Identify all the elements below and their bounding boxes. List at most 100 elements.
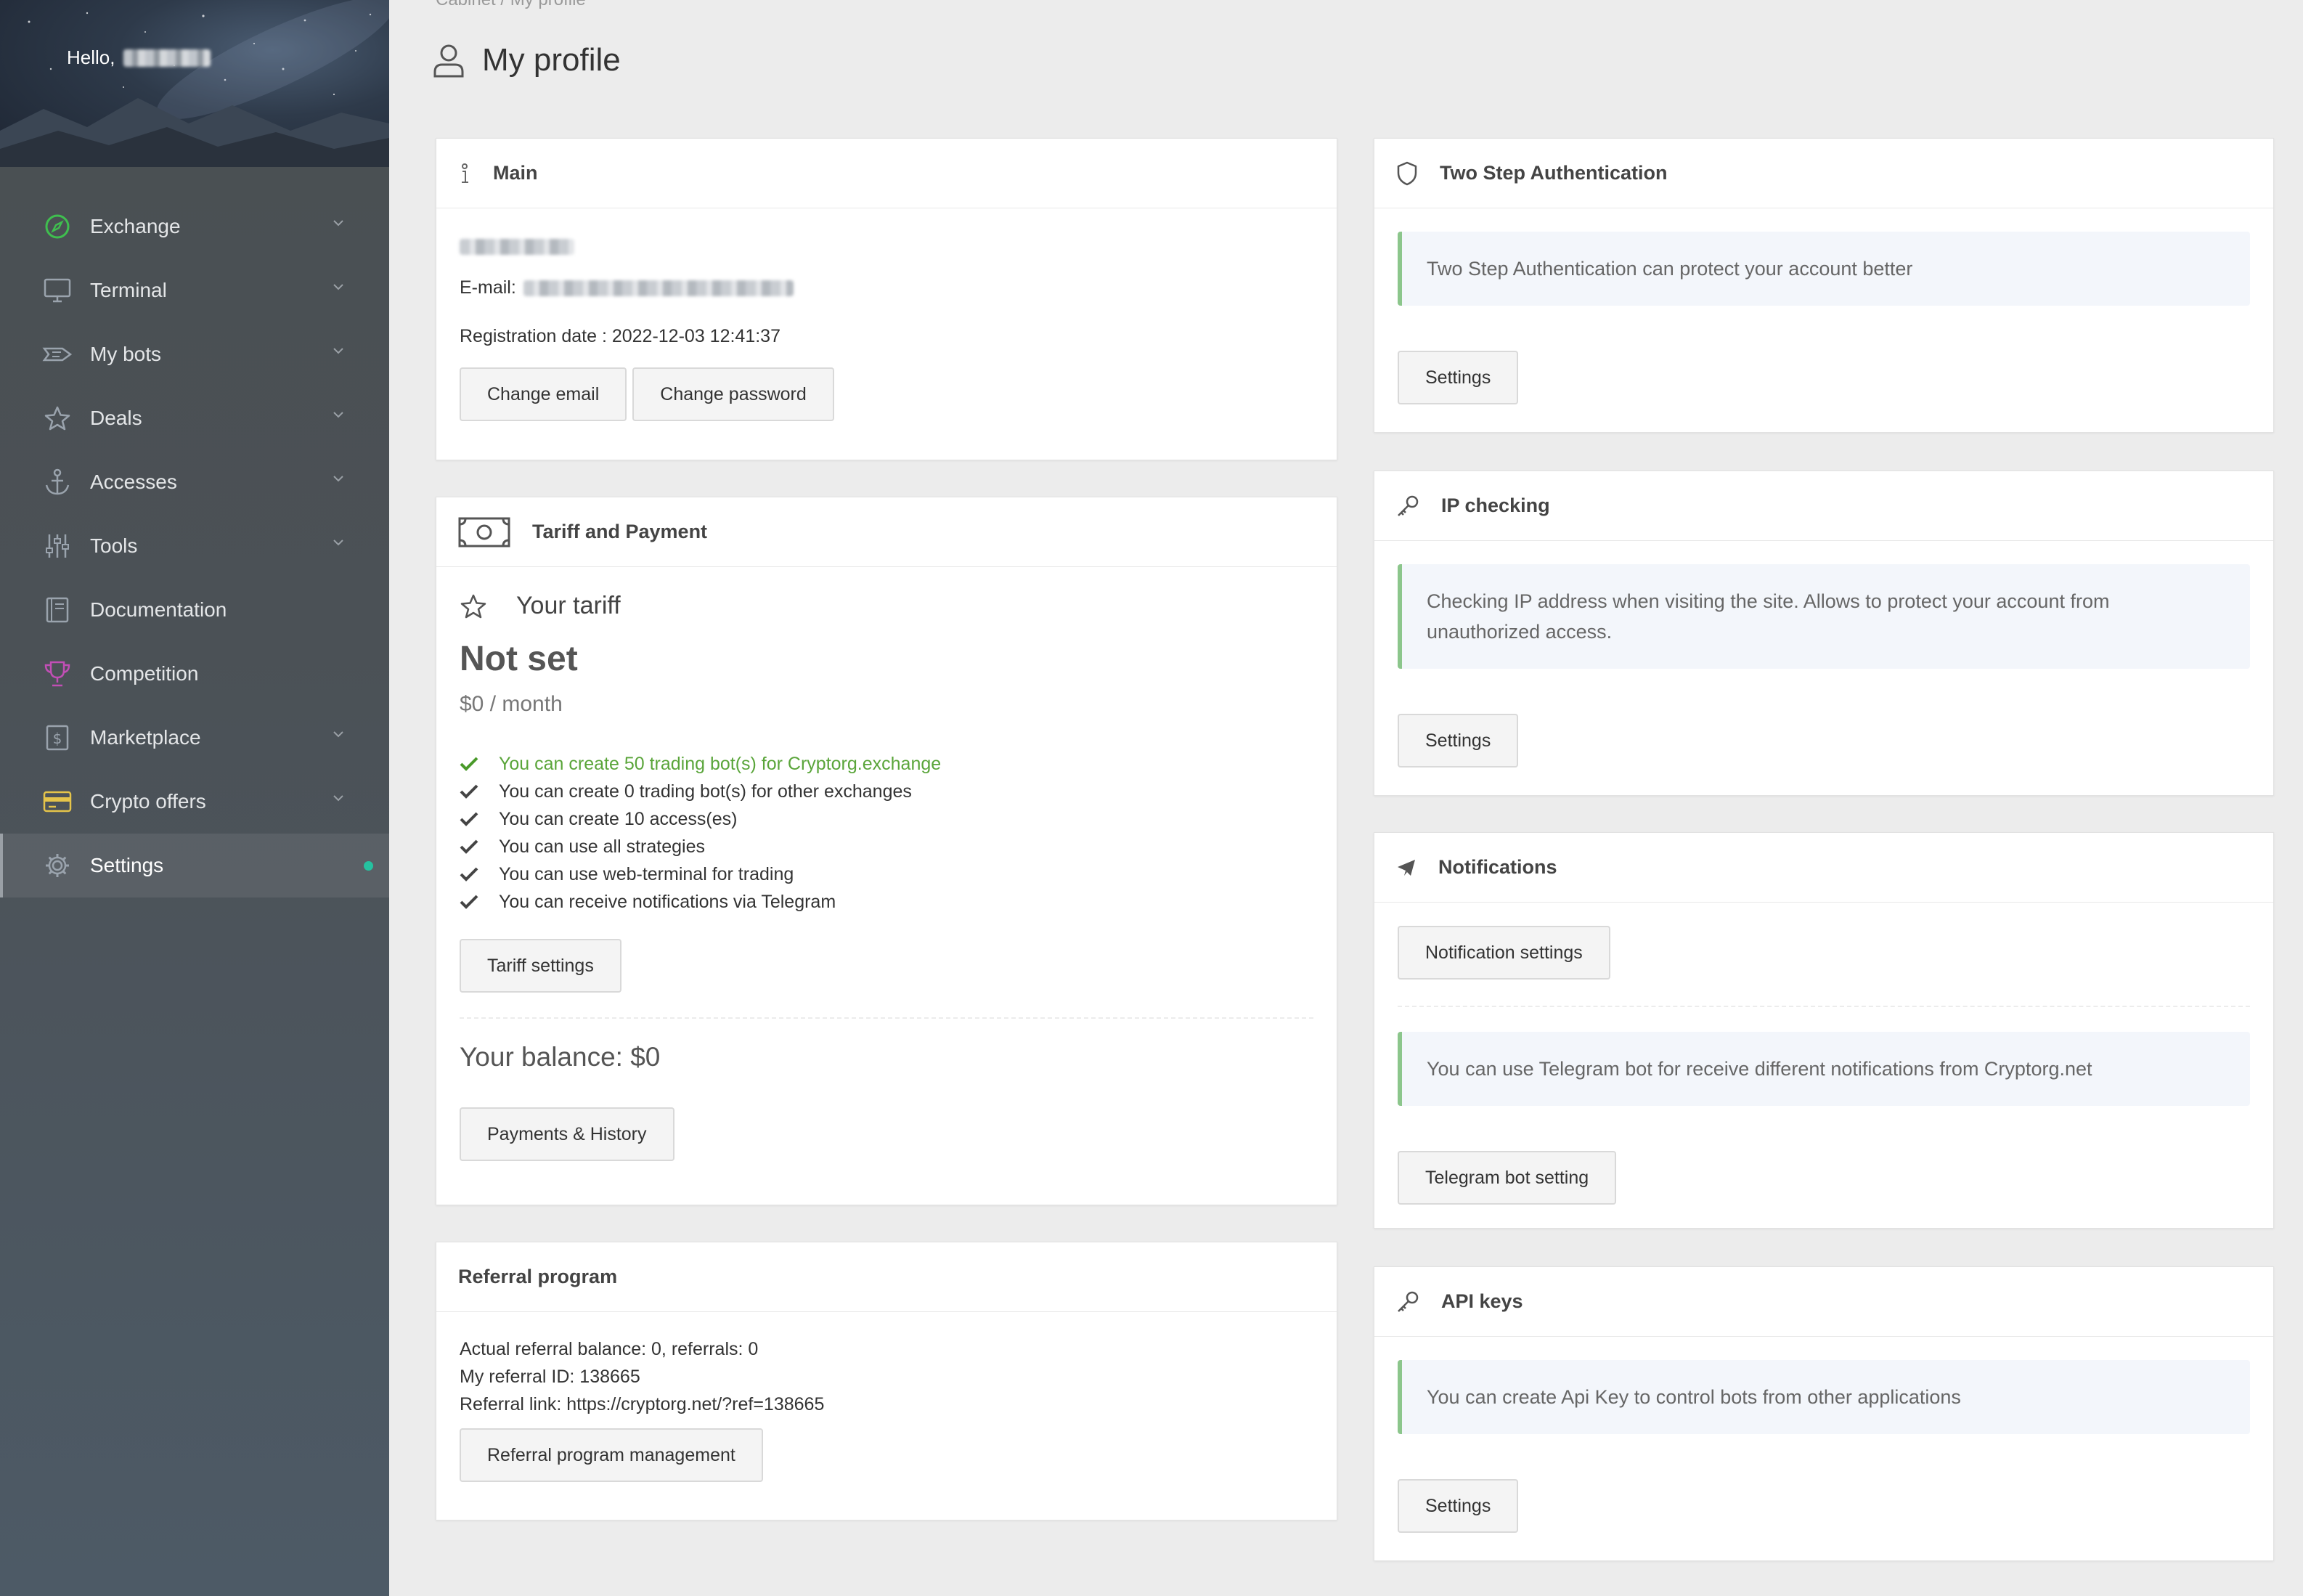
notifications-card: Notifications Notification settings You …	[1374, 832, 2274, 1229]
tariff-settings-button[interactable]: Tariff settings	[460, 939, 621, 993]
feature-text: You can use all strategies	[499, 836, 705, 857]
tariff-price: $0 / month	[460, 692, 563, 716]
sidebar-item-exchange[interactable]: Exchange	[0, 195, 389, 258]
referral-card: Referral program Actual referral balance…	[436, 1242, 1337, 1520]
list-item: You can use all strategies	[460, 833, 1313, 860]
main-card: Main E-mail: Registration date : 2022-12…	[436, 138, 1337, 460]
balance-text: Your balance: $0	[460, 1042, 661, 1072]
payments-history-button[interactable]: Payments & History	[460, 1107, 674, 1161]
check-icon	[460, 867, 478, 882]
api-keys-card-header: API keys	[1374, 1267, 2273, 1337]
ip-checking-card-header: IP checking	[1374, 471, 2273, 541]
sidebar-item-accesses[interactable]: Accesses	[0, 450, 389, 514]
sidebar-nav: Exchange Terminal My bots Deals Accesses…	[0, 195, 389, 897]
mountains-background	[0, 98, 389, 167]
feature-text: You can create 10 access(es)	[499, 808, 738, 829]
referral-card-header: Referral program	[436, 1242, 1337, 1312]
list-item: You can create 50 trading bot(s) for Cry…	[460, 750, 1313, 778]
divider	[1398, 1006, 2250, 1007]
chevron-down-icon	[333, 540, 343, 546]
notification-settings-button[interactable]: Notification settings	[1398, 926, 1610, 980]
trophy-icon	[42, 659, 73, 689]
chevron-down-icon	[333, 348, 343, 354]
active-indicator-dot	[364, 861, 373, 871]
sidebar-item-deals[interactable]: Deals	[0, 386, 389, 450]
referral-link: Referral link: https://cryptorg.net/?ref…	[460, 1394, 825, 1414]
two-step-card-header: Two Step Authentication	[1374, 139, 2273, 208]
sidebar-item-my-bots[interactable]: My bots	[0, 322, 389, 386]
two-step-card: Two Step Authentication Two Step Authent…	[1374, 138, 2274, 433]
page-title-text: My profile	[482, 42, 621, 78]
api-keys-settings-button[interactable]: Settings	[1398, 1479, 1519, 1533]
sidebar-item-label: My bots	[90, 343, 162, 365]
svg-text:$: $	[53, 730, 62, 747]
tariff-name: Not set	[460, 640, 578, 678]
sidebar-item-label: Competition	[90, 662, 199, 685]
referral-card-title: Referral program	[458, 1266, 618, 1287]
sidebar-item-competition[interactable]: Competition	[0, 642, 389, 706]
sidebar-item-crypto-offers[interactable]: Crypto offers	[0, 770, 389, 834]
referral-balance: Actual referral balance: 0, referrals: 0	[460, 1339, 759, 1359]
sidebar: Hello, Exchange Terminal My bots Deals A…	[0, 0, 389, 1596]
ip-checking-info: Checking IP address when visiting the si…	[1398, 564, 2250, 669]
feature-text: You can create 50 trading bot(s) for Cry…	[499, 753, 942, 774]
change-email-button[interactable]: Change email	[460, 367, 627, 421]
tariff-card: Tariff and Payment Your tariff Not set $…	[436, 497, 1337, 1205]
chevron-down-icon	[333, 284, 343, 290]
sidebar-item-marketplace[interactable]: $ Marketplace	[0, 706, 389, 770]
main-card-title: Main	[493, 162, 538, 184]
gear-icon	[42, 850, 73, 881]
breadcrumb: Cabinet / My profile	[436, 0, 586, 10]
tariff-card-title: Tariff and Payment	[532, 521, 708, 542]
ip-checking-card: IP checking Checking IP address when vis…	[1374, 471, 2274, 796]
sidebar-item-documentation[interactable]: Documentation	[0, 578, 389, 642]
notifications-card-header: Notifications	[1374, 833, 2273, 903]
feature-text: You can create 0 trading bot(s) for othe…	[499, 781, 912, 802]
referral-id: My referral ID: 138665	[460, 1367, 640, 1387]
chevron-down-icon	[333, 476, 343, 482]
greeting: Hello,	[67, 46, 211, 69]
page-title: My profile	[433, 42, 621, 78]
sliders-icon	[42, 531, 73, 561]
tariff-card-header: Tariff and Payment	[436, 497, 1337, 567]
api-keys-info: You can create Api Key to control bots f…	[1398, 1360, 2250, 1434]
key-icon	[1398, 1291, 1419, 1312]
chevron-down-icon	[333, 220, 343, 227]
check-icon	[460, 839, 478, 854]
telegram-bot-setting-button[interactable]: Telegram bot setting	[1398, 1151, 1617, 1205]
list-item: You can create 10 access(es)	[460, 805, 1313, 833]
sidebar-item-terminal[interactable]: Terminal	[0, 258, 389, 322]
sidebar-item-settings[interactable]: Settings	[0, 834, 389, 897]
compass-icon	[42, 211, 73, 242]
sidebar-item-tools[interactable]: Tools	[0, 514, 389, 578]
change-password-button[interactable]: Change password	[632, 367, 834, 421]
sidebar-item-label: Marketplace	[90, 726, 201, 749]
telegram-info: You can use Telegram bot for receive dif…	[1398, 1032, 2250, 1106]
sidebar-item-label: Deals	[90, 407, 142, 429]
star-icon	[42, 403, 73, 433]
dollar-icon: $	[42, 722, 73, 753]
referral-management-button[interactable]: Referral program management	[460, 1428, 763, 1482]
info-icon	[462, 163, 468, 183]
check-icon	[460, 895, 478, 909]
chevron-down-icon	[333, 412, 343, 418]
book-icon	[42, 595, 73, 625]
feature-text: You can use web-terminal for trading	[499, 863, 794, 884]
sidebar-item-label: Exchange	[90, 215, 181, 237]
check-icon	[460, 784, 478, 799]
monitor-icon	[42, 275, 73, 306]
shield-icon	[1397, 161, 1417, 185]
notifications-card-title: Notifications	[1438, 856, 1557, 878]
telegram-icon	[1398, 859, 1415, 876]
tariff-features-list: You can create 50 trading bot(s) for Cry…	[460, 750, 1313, 916]
list-item: You can create 0 trading bot(s) for othe…	[460, 778, 1313, 805]
main-card-header: Main	[436, 139, 1337, 208]
sidebar-item-label: Settings	[90, 854, 164, 876]
card-icon	[42, 786, 73, 817]
list-item: You can use web-terminal for trading	[460, 860, 1313, 888]
sidebar-item-label: Accesses	[90, 471, 177, 493]
two-step-settings-button[interactable]: Settings	[1398, 351, 1519, 404]
sidebar-item-label: Tools	[90, 534, 138, 557]
ip-checking-settings-button[interactable]: Settings	[1398, 714, 1519, 768]
key-icon	[1398, 495, 1419, 516]
